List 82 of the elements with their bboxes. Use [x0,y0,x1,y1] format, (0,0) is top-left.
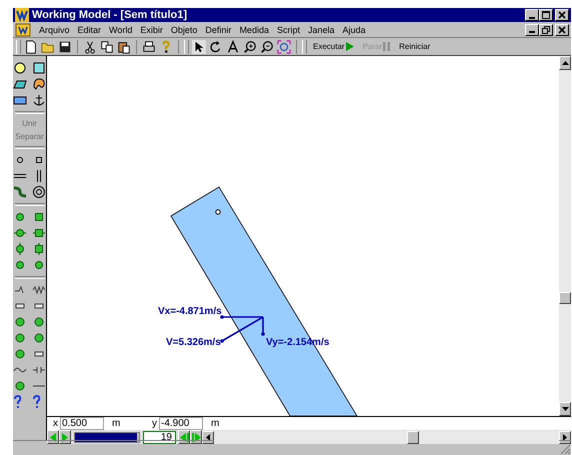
velocity-arrow [220,316,264,343]
window-title: Working Model - [Sem título1] [32,9,188,21]
pause-icon [383,42,390,51]
vertical-joint-icon[interactable] [13,242,27,256]
document-icon[interactable] [15,22,31,36]
new-file-icon[interactable] [24,40,38,54]
app-logo-icon [15,8,29,22]
text-tool-icon[interactable] [226,40,240,54]
menu-item[interactable]: Arquivo [39,24,70,34]
scrollbar-thumb[interactable] [559,292,571,304]
close-button[interactable] [555,24,569,36]
scroll-right-button[interactable] [559,430,571,444]
minimize-button[interactable] [525,24,539,36]
keyed-slot-icon[interactable] [32,185,46,199]
up-arrow-icon [562,61,568,65]
menu-item[interactable]: World [109,24,132,34]
playback-slider[interactable] [74,432,140,442]
step-forward-button[interactable] [59,430,71,444]
point-marker [215,209,221,215]
fast-forward-button[interactable] [190,430,202,444]
zoom-in-icon[interactable] [243,40,257,54]
maximize-icon [542,11,550,19]
velocity-label: Vx=-4.871m/s [158,306,222,317]
pin-joint-icon[interactable] [13,210,27,224]
rotate-icon[interactable] [209,40,223,54]
velocity-label: V=5.326m/s [166,337,221,348]
curved-slot-icon[interactable] [13,185,27,199]
menu-item[interactable]: Objeto [170,24,198,34]
menu-item[interactable]: Exibir [140,24,163,34]
restore-button[interactable] [539,24,553,36]
menu-item[interactable]: Ajuda [342,24,366,34]
frame-counter[interactable]: 19 [143,430,176,444]
circle-icon[interactable] [13,61,27,75]
play-icon [346,42,354,51]
fast-forward-icon [192,432,200,442]
vertical-square-joint-icon[interactable] [32,242,46,256]
printer-icon[interactable] [142,40,156,54]
pointer-icon[interactable] [192,40,206,54]
curved-shape-icon[interactable] [32,77,46,91]
x-field[interactable]: 0.500 [60,417,104,430]
scroll-down-button[interactable] [559,402,571,416]
copy-icon[interactable] [100,40,114,54]
save-icon[interactable] [58,40,72,54]
close-icon [558,26,566,34]
spring-icon[interactable] [32,283,46,297]
minimize-icon [529,31,535,33]
menu-item[interactable]: Janela [308,24,335,34]
restore-icon [542,26,550,34]
paste-icon[interactable] [117,40,131,54]
menu-item[interactable]: Definir [205,24,232,34]
close-button[interactable] [555,9,569,21]
resize-grip-icon[interactable] [560,444,571,455]
anchor-icon[interactable] [32,93,46,107]
x-label: x [53,418,58,429]
menu-item[interactable]: Medida [239,24,269,34]
square-icon[interactable] [32,61,46,75]
rewind-icon [180,432,188,442]
unit-label: m [111,418,122,429]
horizontal-joint-icon[interactable] [13,226,27,240]
rewind-button[interactable] [178,430,190,444]
zoom-out-icon[interactable] [260,40,274,54]
unit-label: m [210,418,220,429]
down-arrow-icon [562,407,568,411]
minimize-button[interactable] [525,9,539,21]
step-back-button[interactable] [47,430,59,444]
maximize-button[interactable] [539,9,553,21]
scroll-up-button[interactable] [559,56,571,70]
square-joint-icon[interactable] [32,210,46,224]
close-icon [558,11,566,19]
menu-item[interactable]: Script [276,24,300,34]
minimize-icon [529,16,535,18]
play-icon [62,432,68,442]
y-label: y [152,418,157,429]
menu-item[interactable]: Editar [78,24,102,34]
scroll-left-button[interactable] [202,430,214,444]
cut-icon[interactable] [83,40,97,54]
scrollbar-thumb[interactable] [407,430,419,444]
right-arrow-icon [563,434,567,440]
left-arrow-icon [206,434,210,440]
left-triangle-icon [50,432,56,442]
horizontal-square-joint-icon[interactable] [32,226,46,240]
y-field[interactable]: -4.900 [159,417,203,430]
